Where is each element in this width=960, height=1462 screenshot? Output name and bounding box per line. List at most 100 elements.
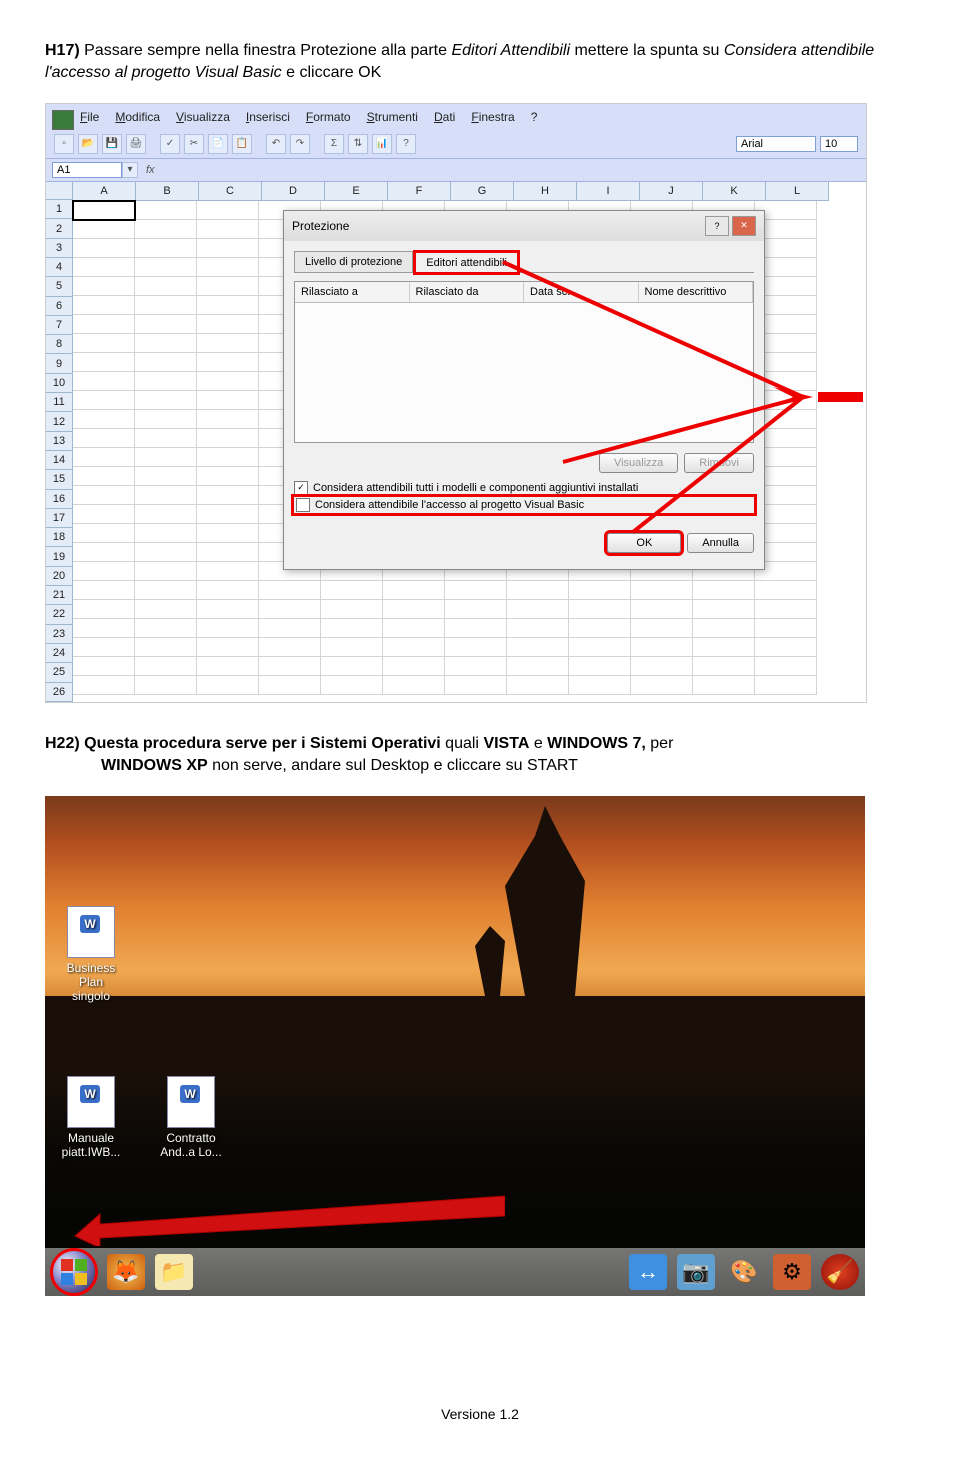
ccleaner-icon[interactable]: 🧹: [821, 1254, 859, 1290]
row-header[interactable]: 26: [46, 683, 73, 702]
explorer-icon[interactable]: 📁: [155, 1254, 193, 1290]
cell[interactable]: [73, 372, 135, 391]
publishers-list[interactable]: Rilasciato a Rilasciato da Data sc... No…: [294, 281, 754, 443]
cell[interactable]: [135, 372, 197, 391]
cell[interactable]: [135, 410, 197, 429]
cell[interactable]: [445, 600, 507, 619]
cell[interactable]: [73, 391, 135, 410]
cell[interactable]: [321, 619, 383, 638]
cell[interactable]: [135, 239, 197, 258]
cell[interactable]: [445, 638, 507, 657]
col-header[interactable]: I: [577, 182, 640, 201]
row-header[interactable]: 10: [46, 374, 73, 393]
cell[interactable]: [445, 619, 507, 638]
cell[interactable]: [197, 201, 259, 220]
col-header[interactable]: K: [703, 182, 766, 201]
scanner-icon[interactable]: 📷: [677, 1254, 715, 1290]
cell[interactable]: [755, 676, 817, 695]
cell[interactable]: [197, 524, 259, 543]
cell[interactable]: [507, 676, 569, 695]
row-header[interactable]: 8: [46, 335, 73, 354]
cell[interactable]: [507, 657, 569, 676]
menu-file[interactable]: File: [80, 110, 99, 124]
cell[interactable]: [507, 581, 569, 600]
cell[interactable]: [755, 600, 817, 619]
cell[interactable]: [73, 562, 135, 581]
tab-editori[interactable]: Editori attendibili: [415, 252, 518, 273]
cell[interactable]: [507, 638, 569, 657]
cell[interactable]: [135, 277, 197, 296]
cell[interactable]: [631, 600, 693, 619]
paint-icon[interactable]: 🎨: [725, 1254, 763, 1290]
col-header[interactable]: C: [199, 182, 262, 201]
cell[interactable]: [445, 657, 507, 676]
cell[interactable]: [259, 657, 321, 676]
row-header[interactable]: 17: [46, 509, 73, 528]
cell[interactable]: [135, 676, 197, 695]
redo-icon[interactable]: ↷: [290, 134, 310, 154]
cell[interactable]: [73, 334, 135, 353]
cell[interactable]: [755, 581, 817, 600]
save-icon[interactable]: 💾: [102, 134, 122, 154]
cell[interactable]: [569, 638, 631, 657]
cell[interactable]: [631, 638, 693, 657]
col-header[interactable]: E: [325, 182, 388, 201]
cell[interactable]: [507, 619, 569, 638]
paste-icon[interactable]: 📋: [232, 134, 252, 154]
cell[interactable]: [73, 296, 135, 315]
cell[interactable]: [135, 619, 197, 638]
new-icon[interactable]: ▫: [54, 134, 74, 154]
col-header[interactable]: L: [766, 182, 829, 201]
cell[interactable]: [135, 448, 197, 467]
firefox-icon[interactable]: 🦊: [107, 1254, 145, 1290]
row-header[interactable]: 18: [46, 528, 73, 547]
cell[interactable]: [135, 600, 197, 619]
cell[interactable]: [73, 220, 135, 239]
cell[interactable]: [259, 600, 321, 619]
cell[interactable]: [197, 220, 259, 239]
cell[interactable]: [755, 619, 817, 638]
copy-icon[interactable]: 📄: [208, 134, 228, 154]
cell[interactable]: [631, 581, 693, 600]
cell[interactable]: [135, 353, 197, 372]
cell[interactable]: [383, 619, 445, 638]
cell[interactable]: [197, 638, 259, 657]
cell[interactable]: [135, 201, 197, 220]
row-header[interactable]: 12: [46, 412, 73, 431]
cell[interactable]: [321, 600, 383, 619]
ok-button[interactable]: OK: [607, 533, 681, 553]
cell[interactable]: [135, 467, 197, 486]
cell[interactable]: [197, 315, 259, 334]
close-icon[interactable]: ✕: [732, 216, 756, 236]
cell[interactable]: [73, 524, 135, 543]
cell[interactable]: [197, 296, 259, 315]
cell[interactable]: [197, 239, 259, 258]
cell[interactable]: [693, 600, 755, 619]
cell[interactable]: [73, 410, 135, 429]
checkbox-icon[interactable]: ✓: [294, 481, 308, 495]
start-button[interactable]: [51, 1249, 97, 1295]
undo-icon[interactable]: ↶: [266, 134, 286, 154]
row-header[interactable]: 23: [46, 625, 73, 644]
cell[interactable]: [321, 638, 383, 657]
cell[interactable]: [197, 600, 259, 619]
row-header[interactable]: 19: [46, 547, 73, 566]
cell[interactable]: [73, 619, 135, 638]
cell[interactable]: [135, 657, 197, 676]
cell[interactable]: [383, 676, 445, 695]
cell[interactable]: [197, 353, 259, 372]
menu-inserisci[interactable]: Inserisci: [246, 110, 290, 124]
cell[interactable]: [693, 676, 755, 695]
checkbox-trust-addins[interactable]: ✓ Considera attendibili tutti i modelli …: [294, 479, 754, 497]
cell[interactable]: [73, 353, 135, 372]
cell[interactable]: [383, 600, 445, 619]
cell[interactable]: [631, 676, 693, 695]
cell[interactable]: [197, 581, 259, 600]
print-icon[interactable]: 🖨: [126, 134, 146, 154]
cell[interactable]: [197, 277, 259, 296]
cell[interactable]: [135, 258, 197, 277]
cell[interactable]: [197, 410, 259, 429]
font-name[interactable]: Arial: [736, 136, 816, 152]
cell[interactable]: [693, 657, 755, 676]
cell[interactable]: [569, 657, 631, 676]
